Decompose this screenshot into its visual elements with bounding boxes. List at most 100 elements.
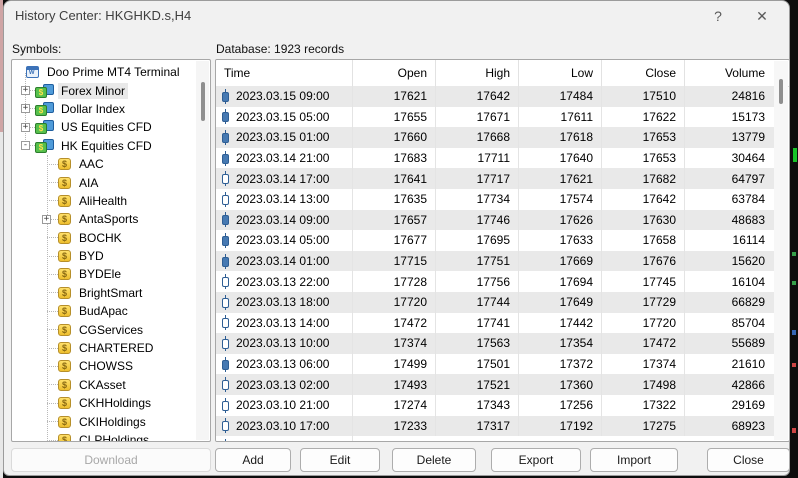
- tree-item[interactable]: $BYDEle: [12, 265, 195, 283]
- cell-open: 17720: [353, 292, 436, 313]
- tree-item[interactable]: $AAC: [12, 155, 195, 173]
- table-row[interactable]: 2023.03.13 02:00174931752117360174984286…: [216, 374, 774, 395]
- tree-item[interactable]: $BYD: [12, 247, 195, 265]
- cell-open: 17472: [353, 313, 436, 334]
- tree-item[interactable]: $CKHHoldings: [12, 394, 195, 412]
- table-scrollbar[interactable]: [774, 61, 788, 440]
- column-header-high[interactable]: High: [436, 60, 519, 86]
- cell-open: 17728: [353, 271, 436, 292]
- candle-up-icon: [221, 192, 230, 207]
- tree-item[interactable]: $AliHealth: [12, 192, 195, 210]
- table-row[interactable]: 2023.03.15 01:00176601766817618176531377…: [216, 127, 774, 148]
- delete-button[interactable]: Delete: [392, 448, 476, 472]
- cell-high: 17317: [436, 416, 519, 437]
- tree-scrollbar[interactable]: [196, 61, 209, 440]
- cell-open: 17233: [353, 416, 436, 437]
- tree-scrollbar-thumb[interactable]: [201, 82, 205, 121]
- window-title: History Center: HKGHKD.s,H4: [15, 8, 191, 23]
- cell-time: 2023.03.15 01:00: [216, 127, 353, 148]
- cell-low: 17192: [519, 416, 602, 437]
- cell-open: 17493: [353, 374, 436, 395]
- tree-item[interactable]: $BOCHK: [12, 229, 195, 247]
- table-row[interactable]: 2023.03.14 21:00176831771117640176533046…: [216, 148, 774, 169]
- tree-item[interactable]: $BudApac: [12, 302, 195, 320]
- download-button[interactable]: Download: [11, 448, 211, 472]
- table-row[interactable]: 2023.03.14 09:00176571774617626176304868…: [216, 210, 774, 231]
- expand-icon[interactable]: +: [21, 86, 30, 95]
- column-header-low[interactable]: Low: [519, 60, 602, 86]
- symbols-tree[interactable]: Doo Prime MT4 Terminal+$Forex Minor+$Dol…: [11, 59, 211, 442]
- table-row[interactable]: 2023.03.13 14:00174721774117442177208570…: [216, 313, 774, 334]
- table-header: Time Open High Low Close Volume: [216, 60, 789, 87]
- dollar-coin-icon: $: [58, 213, 71, 225]
- table-row[interactable]: 2023.03.15 05:00176551767117611176221517…: [216, 107, 774, 128]
- cell-volume: 29169: [685, 395, 774, 416]
- cell-high: 17751: [436, 251, 519, 272]
- cell-close: 17653: [602, 148, 685, 169]
- titlebar[interactable]: History Center: HKGHKD.s,H4 ? ✕: [4, 1, 789, 31]
- edit-button[interactable]: Edit: [300, 448, 380, 472]
- table-row[interactable]: 2023.03.13 22:00177281775617694177451610…: [216, 271, 774, 292]
- export-button[interactable]: Export: [491, 448, 581, 472]
- column-header-open[interactable]: Open: [353, 60, 436, 86]
- tree-item[interactable]: $AIA: [12, 173, 195, 191]
- tree-item-root[interactable]: Doo Prime MT4 Terminal: [12, 63, 195, 81]
- add-button[interactable]: Add: [215, 448, 291, 472]
- candle-down-icon: [221, 212, 230, 227]
- cell-volume: 21610: [685, 354, 774, 375]
- candle-up-icon: [221, 398, 230, 413]
- tree-item[interactable]: +$US Equities CFD: [12, 118, 195, 136]
- expand-icon[interactable]: +: [21, 123, 30, 132]
- cell-close: 17374: [602, 354, 685, 375]
- table-row[interactable]: 2023.03.10 21:00172741734317256173222916…: [216, 395, 774, 416]
- expand-icon[interactable]: +: [21, 104, 30, 113]
- cell-time: 2023.03.14 21:00: [216, 148, 353, 169]
- table-row[interactable]: 2023.03.14 17:00176411771717621176826479…: [216, 168, 774, 189]
- table-scrollbar-thumb[interactable]: [779, 79, 783, 104]
- cell-high: 17521: [436, 374, 519, 395]
- table-row[interactable]: 2023.03.14 05:00176771769517633176581611…: [216, 230, 774, 251]
- close-button[interactable]: Close: [707, 448, 790, 472]
- tree-item[interactable]: $CLPHoldings: [12, 431, 195, 442]
- tree-connector: [47, 348, 58, 349]
- history-table[interactable]: Time Open High Low Close Volume 2023.03.…: [215, 59, 790, 442]
- table-row[interactable]: 2023.03.13 18:00177201774417649177296682…: [216, 292, 774, 313]
- cell-time: 2023.03.15 09:00: [216, 86, 353, 107]
- tree-item[interactable]: $ CKAsset: [12, 376, 195, 394]
- table-row[interactable]: 2023.03.13 10:00173741756317354174725568…: [216, 333, 774, 354]
- close-window-button[interactable]: ✕: [747, 5, 777, 27]
- tree-item-label: AliHealth: [76, 193, 130, 209]
- help-button[interactable]: ?: [703, 5, 733, 27]
- collapse-icon[interactable]: -: [21, 141, 30, 150]
- cell-time: 2023.03.15 05:00: [216, 107, 353, 128]
- candle-up-icon: [221, 171, 230, 186]
- import-button[interactable]: Import: [590, 448, 678, 472]
- table-row[interactable]: 2023.03.10 17:00172331731717192172756892…: [216, 416, 774, 437]
- cell-close: 17676: [602, 251, 685, 272]
- tree-item[interactable]: $CHOWSS: [12, 357, 195, 375]
- tree-item[interactable]: -$HK Equities CFD: [12, 137, 195, 155]
- tree-item[interactable]: $BrightSmart: [12, 284, 195, 302]
- expand-icon[interactable]: +: [42, 215, 51, 224]
- cell-high: 17746: [436, 210, 519, 231]
- tree-item[interactable]: +$Dollar Index: [12, 100, 195, 118]
- cell-high: 17343: [436, 395, 519, 416]
- tree-item[interactable]: $CKIHoldings: [12, 412, 195, 430]
- column-header-time[interactable]: Time: [216, 60, 353, 86]
- tree-item-label: CKAsset: [76, 377, 129, 393]
- tree-item[interactable]: +$Forex Minor: [12, 81, 195, 99]
- tree-connector: [51, 219, 58, 220]
- table-row[interactable]: 2023.03.14 01:00177151775117669176761562…: [216, 251, 774, 272]
- tree-item-label: BrightSmart: [76, 285, 145, 301]
- tree-item[interactable]: +$AntaSports: [12, 210, 195, 228]
- table-row[interactable]: 2023.03.14 13:00176351773417574176426378…: [216, 189, 774, 210]
- table-row[interactable]: 2023.03.15 09:00176211764217484175102481…: [216, 86, 774, 107]
- dollar-coin-icon: $: [58, 379, 71, 391]
- tree-connector: [47, 366, 58, 367]
- tree-item[interactable]: $CHARTERED: [12, 339, 195, 357]
- cell-low: 17372: [519, 354, 602, 375]
- table-row[interactable]: 2023.03.13 06:00174991750117372173742161…: [216, 354, 774, 375]
- column-header-close[interactable]: Close: [602, 60, 685, 86]
- tree-item[interactable]: $CGServices: [12, 320, 195, 338]
- cell-volume: 13779: [685, 127, 774, 148]
